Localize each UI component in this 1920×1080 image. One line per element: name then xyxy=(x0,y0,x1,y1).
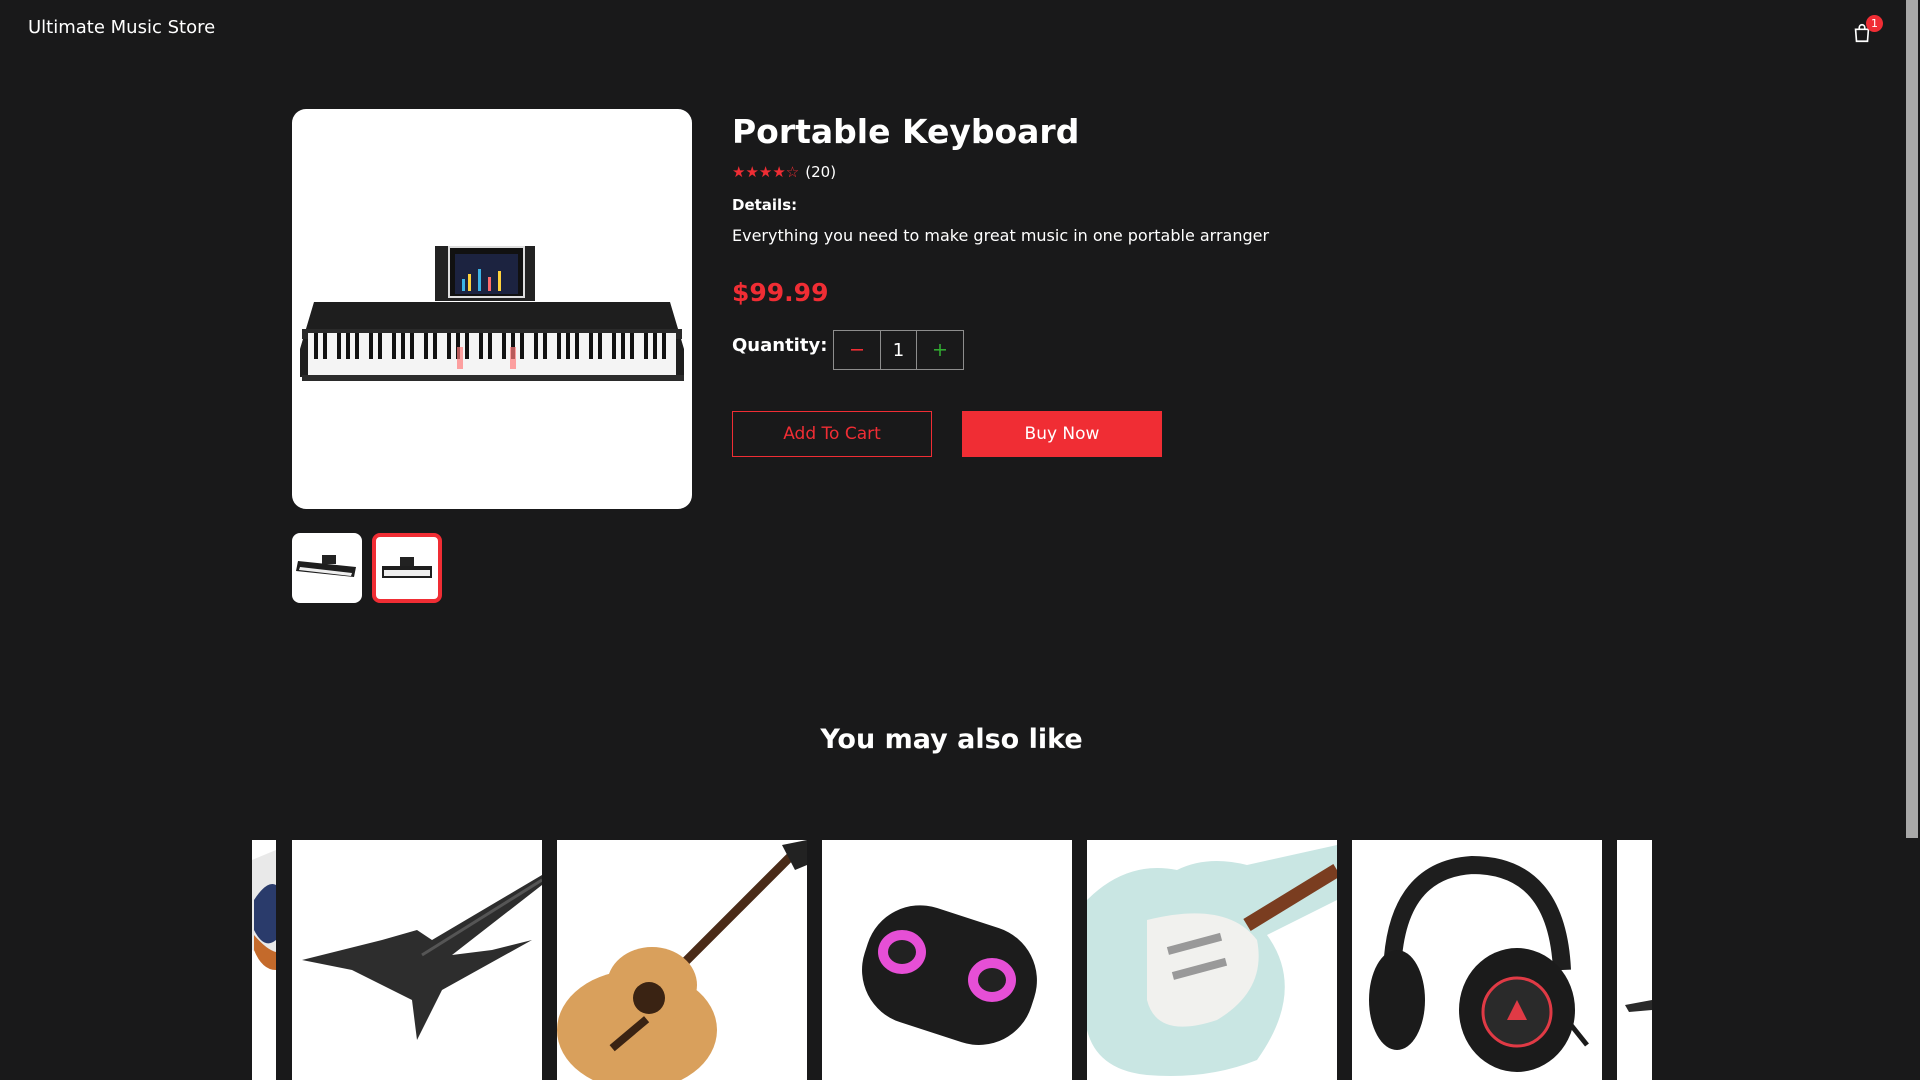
details-label: Details: xyxy=(732,196,798,214)
product-main-image xyxy=(292,109,692,509)
review-count: (20) xyxy=(805,163,837,181)
keyboard-thumbnail-image xyxy=(382,557,432,578)
star-rating-icons: ★★★★☆ xyxy=(732,163,800,181)
stratocaster-guitar-image xyxy=(1087,845,1337,1076)
recommendations-carousel xyxy=(252,840,1652,1080)
page-scrollbar[interactable] xyxy=(1903,0,1920,1080)
product-card[interactable] xyxy=(252,840,276,1080)
minus-icon xyxy=(851,349,863,351)
product-thumbnail-1[interactable] xyxy=(292,533,362,603)
product-card[interactable] xyxy=(1617,840,1652,1080)
product-rating: ★★★★☆ (20) xyxy=(732,163,836,181)
product-thumbnail-2[interactable] xyxy=(372,533,442,603)
decrease-quantity-button[interactable] xyxy=(834,331,880,369)
product-card[interactable] xyxy=(292,840,542,1080)
product-card[interactable] xyxy=(557,840,807,1080)
product-description: Everything you need to make great music … xyxy=(732,226,1270,245)
recommendations-heading: You may also like xyxy=(820,724,1083,755)
keyboard-image xyxy=(300,246,684,381)
quantity-label: Quantity: xyxy=(732,335,828,356)
product-title: Portable Keyboard xyxy=(732,112,1080,151)
guitar-image xyxy=(1625,1000,1652,1012)
scrollbar-thumb[interactable] xyxy=(1906,0,1918,838)
quantity-value: 1 xyxy=(880,331,917,369)
plus-icon xyxy=(934,344,946,356)
product-card[interactable] xyxy=(822,840,1072,1080)
electric-guitar-image xyxy=(252,850,276,970)
quantity-stepper: 1 xyxy=(833,330,964,370)
acoustic-guitar-image xyxy=(557,840,807,1080)
add-to-cart-button[interactable]: Add To Cart xyxy=(732,411,932,457)
navbar: Ultimate Music Store 1 xyxy=(0,0,1920,60)
increase-quantity-button[interactable] xyxy=(917,331,963,369)
explorer-guitar-image xyxy=(302,875,542,1040)
product-card[interactable] xyxy=(1352,840,1602,1080)
bluetooth-speaker-image xyxy=(862,905,1037,1045)
cart-button[interactable]: 1 xyxy=(1851,15,1883,44)
cart-count-badge: 1 xyxy=(1866,15,1883,32)
product-card[interactable] xyxy=(1087,840,1337,1080)
keyboard-thumbnail-image xyxy=(296,555,356,577)
buy-now-button[interactable]: Buy Now xyxy=(962,411,1162,457)
product-price: $99.99 xyxy=(732,278,829,307)
store-logo-link[interactable]: Ultimate Music Store xyxy=(28,17,215,38)
gaming-headphones-image xyxy=(1369,855,1589,1072)
